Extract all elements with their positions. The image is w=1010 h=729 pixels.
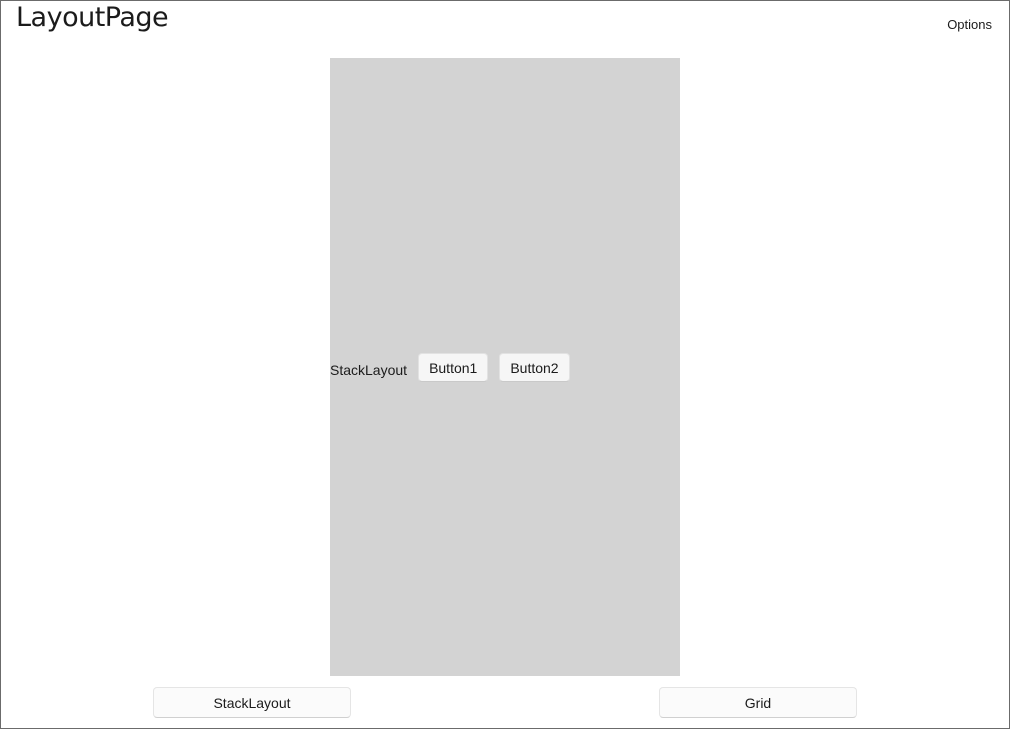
button2[interactable]: Button2 bbox=[499, 353, 570, 382]
button1[interactable]: Button1 bbox=[418, 353, 489, 382]
stacklayout-button[interactable]: StackLayout bbox=[153, 687, 351, 718]
stack-layout-label: StackLayout bbox=[330, 361, 408, 378]
stack-layout-row: StackLayout Button1 Button2 bbox=[330, 352, 581, 383]
layout-preview-panel: StackLayout Button1 Button2 bbox=[330, 58, 680, 676]
options-menu-button[interactable]: Options bbox=[947, 17, 992, 32]
app-window: LayoutPage Options StackLayout Button1 B… bbox=[0, 0, 1010, 729]
grid-button[interactable]: Grid bbox=[659, 687, 857, 718]
page-title: LayoutPage bbox=[16, 2, 169, 33]
